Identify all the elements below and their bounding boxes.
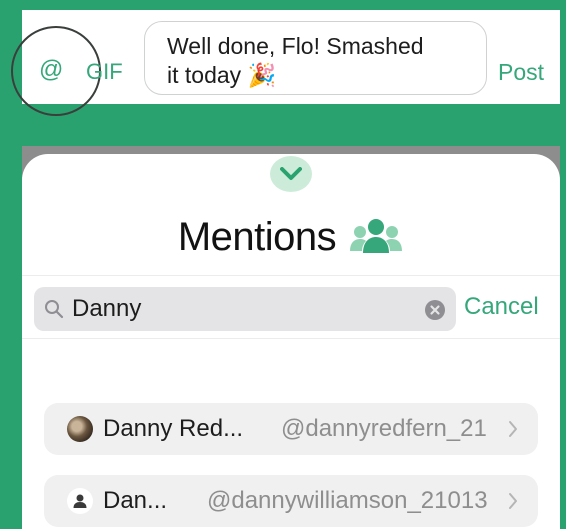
- mention-button[interactable]: @: [39, 58, 63, 82]
- message-text-line-1: Well done, Flo! Smashed: [167, 33, 424, 59]
- result-handle: @dannywilliamson_21013: [207, 487, 488, 514]
- people-icon: [350, 219, 403, 253]
- page-title: Mentions: [177, 214, 337, 259]
- search-input[interactable]: Danny: [72, 294, 141, 324]
- party-popper-icon: 🎉: [247, 62, 277, 88]
- chevron-right-icon: [509, 493, 517, 509]
- message-input[interactable]: Well done, Flo! Smashed it today 🎉: [144, 21, 487, 95]
- default-user-icon: [73, 494, 87, 508]
- chevron-right-icon: [509, 421, 517, 437]
- avatar: [67, 488, 93, 514]
- avatar: [67, 416, 93, 442]
- search-icon: [45, 300, 64, 319]
- sheet-header: Mentions: [22, 212, 560, 262]
- result-handle: @dannyredfern_21: [281, 415, 487, 442]
- divider: [22, 338, 560, 339]
- post-button[interactable]: Post: [498, 61, 544, 84]
- mentions-sheet: Mentions Danny Cancel Danny Red... @dann…: [22, 154, 560, 529]
- result-name: Dan...: [103, 487, 168, 514]
- comment-composer: @ GIF Well done, Flo! Smashed it today 🎉…: [11, 10, 560, 116]
- search-field[interactable]: Danny: [34, 287, 456, 331]
- message-text-line-2: it today 🎉: [167, 62, 277, 88]
- mention-result-row[interactable]: Dan... @dannywilliamson_21013: [44, 475, 538, 527]
- mention-result-row[interactable]: Danny Red... @dannyredfern_21: [44, 403, 538, 455]
- cancel-button[interactable]: Cancel: [464, 295, 539, 319]
- collapse-sheet-button[interactable]: [270, 156, 312, 192]
- result-name: Danny Red...: [103, 415, 244, 442]
- divider: [22, 275, 560, 276]
- gif-button[interactable]: GIF: [86, 61, 123, 83]
- chevron-down-icon: [280, 167, 302, 180]
- clear-icon[interactable]: [425, 300, 445, 320]
